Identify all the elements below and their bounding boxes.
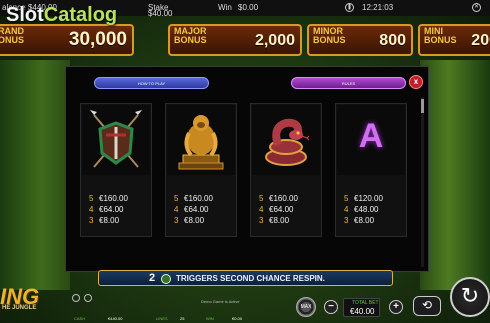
jackpot-grand-label: RAND ONUS — [0, 26, 25, 45]
game-subtitle: HE JUNGLE — [2, 305, 37, 311]
close-icon[interactable]: ✕ — [472, 3, 481, 12]
demo-mode-text: Demo Game is Active — [201, 299, 240, 304]
tab-rules[interactable]: RULES — [291, 77, 406, 89]
paytable-panel: HOW TO PLAY RULES x 5 €160.00 4 €64.00 3 €8… — [65, 66, 429, 272]
cash-value: €440.00 — [108, 316, 123, 321]
gorilla-idol-icon — [167, 105, 235, 175]
jackpot-grand: RAND ONUS 30,000 — [0, 24, 134, 56]
increase-bet-button[interactable]: + — [389, 300, 403, 314]
trigger-count: 2 — [149, 272, 156, 284]
watermark-part1: Slot — [6, 4, 44, 26]
autoplay-button[interactable]: ⟲ — [413, 296, 441, 316]
symbol-card-a: A 5 €120.00 4 €48.00 3 €8.00 — [335, 103, 407, 237]
pay-row: 5 €160.00 — [89, 194, 128, 203]
letter-a-glyph: A — [358, 117, 384, 155]
win-label: WIN — [206, 316, 214, 321]
jackpot-minor: MINOR BONUS 800 — [307, 24, 413, 56]
trigger-text: TRIGGERS SECOND CHANCE RESPIN. — [176, 274, 325, 283]
pay-row: 5 €120.00 — [344, 194, 383, 203]
jackpot-minor-value: 800 — [379, 32, 406, 49]
pay-row: 3 €8.00 — [259, 216, 290, 225]
gorilla-token-icon — [161, 274, 171, 284]
tribal-shield-icon — [82, 105, 150, 175]
pay-row: 3 €8.00 — [344, 216, 375, 225]
total-bet-label: TOTAL BET — [352, 300, 379, 306]
win-value: $0.00 — [238, 3, 259, 12]
jungle-background-left — [0, 60, 70, 290]
sound-icon[interactable] — [84, 294, 92, 302]
close-button[interactable]: x — [409, 75, 423, 89]
max-bet-chip[interactable]: MAX — [296, 297, 316, 317]
jackpot-mini: MINI BONUS 200 — [418, 24, 490, 56]
lines-label: LINES — [156, 316, 168, 321]
scrollbar-track[interactable] — [421, 97, 424, 267]
lines-value: 25 — [180, 316, 185, 321]
total-bet-value: €40.00 — [350, 307, 375, 316]
jackpot-mini-value: 200 — [471, 32, 490, 49]
pay-row: 4 €64.00 — [174, 205, 209, 214]
jackpot-grand-value: 30,000 — [68, 29, 127, 50]
scrollbar-thumb[interactable] — [421, 99, 424, 113]
stake-value: $40.00 — [148, 9, 173, 18]
clock: 12:21:03 — [362, 3, 394, 12]
symbol-card-shield: 5 €160.00 4 €64.00 3 €8.00 — [80, 103, 152, 237]
tab-how-to-play[interactable]: HOW TO PLAY — [94, 77, 209, 89]
spin-button[interactable]: ↻ — [450, 277, 490, 317]
watermark-part2: Catalog — [43, 4, 118, 26]
win-value: €0.00 — [232, 316, 243, 321]
pay-row: 5 €160.00 — [174, 194, 213, 203]
snake-icon — [252, 105, 320, 175]
win-label: Win — [218, 3, 232, 12]
pay-row: 3 €8.00 — [174, 216, 205, 225]
settings-icon[interactable] — [72, 294, 80, 302]
total-bet-display: TOTAL BET €40.00 — [343, 298, 380, 317]
respin-trigger-banner: 2 TRIGGERS SECOND CHANCE RESPIN. — [98, 270, 393, 286]
jungle-background-right — [420, 60, 490, 290]
pay-row: 5 €160.00 — [259, 194, 298, 203]
pay-row: 4 €48.00 — [344, 205, 379, 214]
pause-icon[interactable]: ❚ — [345, 3, 354, 12]
jackpot-major: MAJOR BONUS 2,000 — [168, 24, 302, 56]
decrease-bet-button[interactable]: − — [324, 300, 338, 314]
jackpot-major-value: 2,000 — [254, 32, 295, 49]
symbol-card-snake: 5 €160.00 4 €64.00 3 €8.00 — [250, 103, 322, 237]
pay-row: 4 €64.00 — [259, 205, 294, 214]
pay-row: 4 €64.00 — [89, 205, 124, 214]
pay-row: 3 €8.00 — [89, 216, 120, 225]
symbol-card-gorilla: 5 €160.00 4 €64.00 3 €8.00 — [165, 103, 237, 237]
game-screen: alance $440.00 Stake $40.00 Win $0.00 ❚ … — [0, 0, 490, 323]
jackpot-major-label: MAJOR BONUS — [174, 26, 207, 45]
watermark-logo: SlotCatalog — [6, 4, 117, 27]
jackpot-mini-label: MINI BONUS — [424, 26, 457, 45]
cash-label: CASH — [74, 316, 86, 321]
letter-a-icon: A — [337, 105, 405, 175]
jackpot-minor-label: MINOR BONUS — [313, 26, 346, 45]
